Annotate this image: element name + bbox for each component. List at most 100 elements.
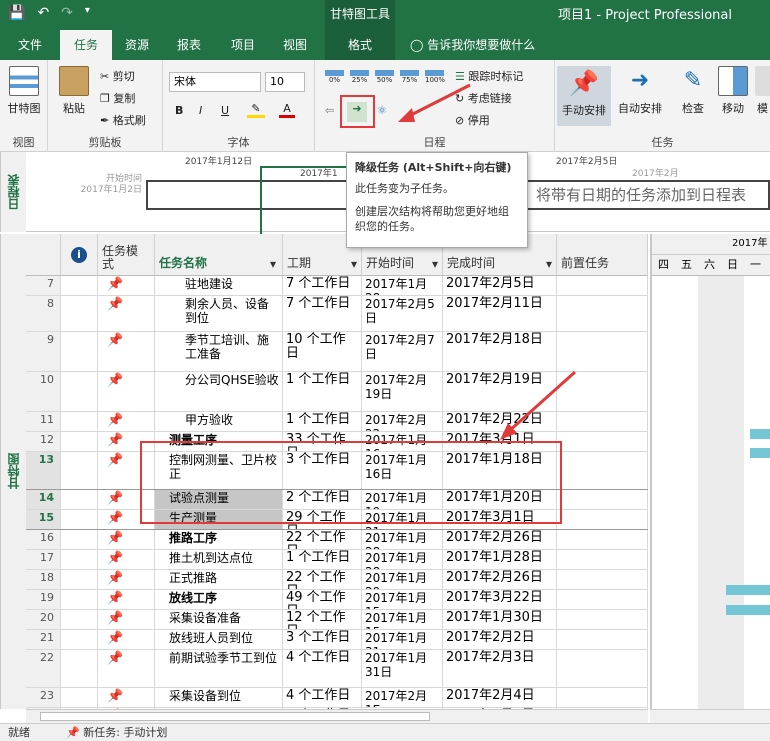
row-task-name[interactable]: 采集设备到位 (155, 688, 283, 707)
row-info[interactable] (61, 550, 98, 569)
row-duration[interactable]: 1 个工作日 (283, 372, 362, 411)
row-predecessors[interactable] (557, 530, 648, 549)
row-task-name[interactable]: 采集设备准备 (155, 610, 283, 629)
inspect-button[interactable]: ✎ 检查 (673, 66, 713, 116)
tab-project[interactable]: 项目 (220, 30, 266, 60)
row-task-name[interactable]: 放线班人员到位 (155, 630, 283, 649)
row-start[interactable]: 2017年1月28 (362, 550, 443, 569)
row-predecessors[interactable] (557, 372, 648, 411)
italic-button[interactable]: I (199, 104, 202, 117)
row-duration[interactable]: 7 个工作日 (283, 276, 362, 295)
percent-75-button[interactable]: 75% (400, 70, 419, 84)
table-row[interactable]: 10 📌 分公司QHSE验收 1 个工作日 2017年2月19日 2017年2月19日 (26, 372, 648, 412)
row-task-mode[interactable]: 📌 (98, 296, 155, 331)
row-finish[interactable]: 2017年2月22日 (443, 412, 557, 431)
row-info[interactable] (61, 276, 98, 295)
row-duration[interactable]: 10 个工作日 (283, 332, 362, 371)
row-finish[interactable]: 2017年3月22日 (443, 590, 557, 609)
mode-button[interactable]: 模 (755, 66, 770, 116)
row-duration[interactable]: 49 个工作日 (283, 590, 362, 609)
row-duration[interactable]: 7 个工作日 (283, 296, 362, 331)
row-predecessors[interactable] (557, 630, 648, 649)
tab-resource[interactable]: 资源 (114, 30, 160, 60)
row-start[interactable]: 2017年1月29 (362, 570, 443, 589)
manual-schedule-button[interactable]: 📌 手动安排 (557, 66, 611, 126)
row-start[interactable]: 2017年1月15 (362, 610, 443, 629)
copy-button[interactable]: ❐ 复制 (100, 90, 135, 106)
table-row[interactable]: 22 📌 前期试验季节工到位 4 个工作日 2017年1月31日 2017年2月3日 (26, 650, 648, 688)
row-number[interactable]: 13 (26, 452, 61, 489)
customize-qa-icon[interactable]: ▾ (85, 5, 90, 21)
row-task-name[interactable]: 剩余人员、设备到位 (155, 296, 283, 331)
header-start-dropdown-icon[interactable]: ▾ (432, 257, 438, 271)
row-predecessors[interactable] (557, 332, 648, 371)
row-task-name[interactable]: 推路工序 (155, 530, 283, 549)
row-task-mode[interactable]: 📌 (98, 688, 155, 707)
row-duration[interactable]: 22 个工作日 (283, 570, 362, 589)
row-number[interactable]: 8 (26, 296, 61, 331)
row-start[interactable]: 2017年2月1E (362, 688, 443, 707)
row-finish[interactable]: 2017年2月18日 (443, 332, 557, 371)
row-task-name[interactable]: 正式推路 (155, 570, 283, 589)
redo-icon[interactable]: ↷ (61, 5, 73, 21)
table-row[interactable]: 16 📌 推路工序22 个工作日2017年1月282017年2月26日 (26, 530, 648, 550)
row-info[interactable] (61, 590, 98, 609)
row-number[interactable]: 7 (26, 276, 61, 295)
row-finish[interactable]: 2017年2月26日 (443, 570, 557, 589)
percent-50-button[interactable]: 50% (375, 70, 394, 84)
row-task-name[interactable]: 推土机到达点位 (155, 550, 283, 569)
table-row[interactable]: 9 📌 季节工培训、施工准备 10 个工作日 2017年2月7日 2017年2月18日 (26, 332, 648, 372)
table-row[interactable]: 17 📌 推土机到达点位1 个工作日2017年1月282017年1月28日 (26, 550, 648, 570)
row-info[interactable] (61, 510, 98, 529)
row-info[interactable] (61, 372, 98, 411)
row-task-mode[interactable]: 📌 (98, 276, 155, 295)
row-info[interactable] (61, 432, 98, 451)
row-task-mode[interactable]: 📌 (98, 610, 155, 629)
table-row[interactable]: 8 📌 剩余人员、设备到位 7 个工作日 2017年2月5日 2017年2月11日 (26, 296, 648, 332)
row-info[interactable] (61, 688, 98, 707)
tab-file[interactable]: 文件 (8, 30, 52, 60)
header-duration-dropdown-icon[interactable]: ▾ (351, 257, 357, 271)
row-duration[interactable]: 3 个工作日 (283, 630, 362, 649)
row-predecessors[interactable] (557, 688, 648, 707)
tab-task[interactable]: 任务 (60, 30, 112, 60)
row-number[interactable]: 16 (26, 530, 61, 549)
grid-horizontal-scrollbar[interactable] (26, 709, 648, 723)
bold-button[interactable]: B (175, 104, 183, 117)
gantt-bar-19[interactable] (726, 585, 770, 595)
paste-button[interactable]: 粘贴 (56, 66, 92, 116)
row-number[interactable]: 20 (26, 610, 61, 629)
row-start[interactable]: 2017年2月19日 (362, 372, 443, 411)
underline-button[interactable]: U (221, 104, 229, 117)
move-button[interactable]: 移动 (715, 66, 751, 116)
row-info[interactable] (61, 412, 98, 431)
row-start[interactable]: 2017年1月31 (362, 630, 443, 649)
gantt-chart-button[interactable]: 甘特图 (4, 66, 44, 116)
row-task-mode[interactable]: 📌 (98, 590, 155, 609)
row-number[interactable]: 18 (26, 570, 61, 589)
row-finish[interactable]: 2017年2月19日 (443, 372, 557, 411)
row-finish[interactable]: 2017年2月5日 (443, 276, 557, 295)
cut-button[interactable]: ✂ 剪切 (100, 68, 135, 84)
row-finish[interactable]: 2017年1月28日 (443, 550, 557, 569)
table-row[interactable]: 23 📌 采集设备到位4 个工作日2017年2月1E2017年2月4日 (26, 688, 648, 708)
table-row[interactable]: 21 📌 放线班人员到位3 个工作日2017年1月312017年2月2日 (26, 630, 648, 650)
auto-schedule-button[interactable]: ➜ 自动安排 (613, 66, 667, 116)
undo-icon[interactable]: ↶ (37, 5, 49, 21)
header-task-name[interactable]: 任务名称 ▾ (155, 234, 283, 276)
row-duration[interactable]: 1 个工作日 (283, 550, 362, 569)
header-info[interactable]: i (61, 234, 98, 276)
row-task-mode[interactable]: 📌 (98, 372, 155, 411)
mark-on-track-button[interactable]: ☰ 跟踪时标记 (455, 68, 523, 84)
percent-25-button[interactable]: 25% (350, 70, 369, 84)
row-task-mode[interactable]: 📌 (98, 550, 155, 569)
row-info[interactable] (61, 610, 98, 629)
font-name-combo[interactable]: 宋体 (169, 72, 261, 92)
row-number[interactable]: 19 (26, 590, 61, 609)
row-predecessors[interactable] (557, 432, 648, 451)
row-predecessors[interactable] (557, 452, 648, 489)
gantt-bar-20[interactable] (726, 605, 770, 615)
row-predecessors[interactable] (557, 510, 648, 529)
row-duration[interactable]: 4 个工作日 (283, 688, 362, 707)
tab-view[interactable]: 视图 (272, 30, 318, 60)
